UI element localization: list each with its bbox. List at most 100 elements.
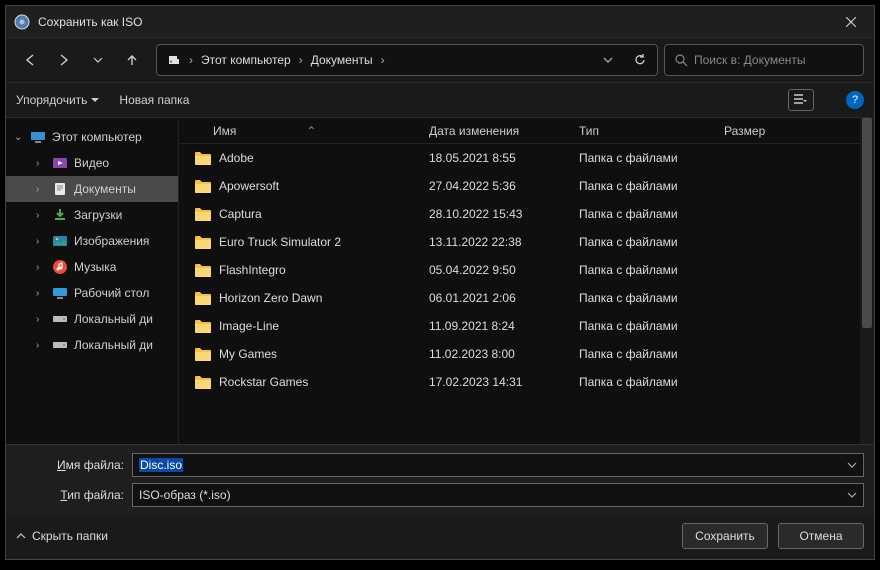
expand-icon[interactable]: › [36,158,46,169]
row-name: FlashIntegro [219,263,286,277]
refresh-button[interactable] [623,53,657,67]
table-row[interactable]: Captura28.10.2022 15:43Папка с файлами [179,200,860,228]
expand-icon[interactable]: › [36,314,46,325]
breadcrumb-root-icon[interactable] [163,53,185,67]
expand-icon[interactable]: › [36,340,46,351]
view-menu[interactable] [788,89,814,111]
new-folder-button[interactable]: Новая папка [119,93,189,107]
expand-icon[interactable]: › [36,184,46,195]
search-input[interactable]: Поиск в: Документы [664,44,864,76]
search-placeholder: Поиск в: Документы [694,53,806,67]
expand-icon[interactable]: › [36,210,46,221]
tree-label: Документы [74,182,136,196]
chevron-down-icon[interactable] [847,490,857,500]
back-button[interactable] [16,46,44,74]
col-size[interactable]: Размер [724,124,804,138]
breadcrumb-root[interactable]: Этот компьютер [197,53,295,67]
tree-item[interactable]: › Загрузки [6,202,178,228]
table-row[interactable]: Euro Truck Simulator 213.11.2022 22:38Па… [179,228,860,256]
forward-button[interactable] [50,46,78,74]
tree-item[interactable]: ›Локальный ди [6,306,178,332]
folder-icon [195,348,211,361]
table-row[interactable]: Rockstar Games 17.02.2023 14:31Папка с фа… [179,368,860,396]
col-name[interactable]: Имя⌃ [179,124,429,138]
footer: Имя файла: Disc.iso Тип файла: ISO-образ… [6,444,874,515]
chevron-right-icon[interactable]: › [377,53,389,67]
help-button[interactable]: ? [846,91,864,109]
row-name: Euro Truck Simulator 2 [219,235,341,249]
table-row[interactable]: Adobe18.05.2021 8:55Папка с файлами [179,144,860,172]
row-type: Папка с файлами [579,375,724,389]
tree-item[interactable]: › Рабочий стол [6,280,178,306]
expand-icon[interactable]: › [36,288,46,299]
organize-menu[interactable]: Упорядочить [16,93,99,107]
col-date[interactable]: Дата изменения [429,124,579,138]
folder-icon [195,320,211,333]
row-date: 11.02.2023 8:00 [429,347,579,361]
address-bar[interactable]: › Этот компьютер › Документы › [156,44,658,76]
close-button[interactable] [828,6,874,38]
expand-icon[interactable]: › [36,236,46,247]
save-button[interactable]: Сохранить [682,523,768,549]
row-type: Папка с файлами [579,235,724,249]
titlebar: Сохранить как ISO [6,6,874,38]
scrollbar[interactable] [860,118,874,444]
table-row[interactable]: Horizon Zero Dawn 06.01.2021 2:06Папка с … [179,284,860,312]
table-row[interactable]: Image-Line 11.09.2021 8:24Папка с файлами [179,312,860,340]
col-type[interactable]: Тип [579,124,724,138]
row-type: Папка с файлами [579,291,724,305]
tree-icon [52,259,68,275]
tree-root[interactable]: ⌄ Этот компьютер [6,124,178,150]
row-name: Image-Line [219,319,279,333]
row-date: 11.09.2021 8:24 [429,319,579,333]
row-date: 06.01.2021 2:06 [429,291,579,305]
chevron-down-icon[interactable] [847,460,857,470]
search-icon [675,54,688,67]
row-type: Папка с файлами [579,263,724,277]
filename-input[interactable]: Disc.iso [132,453,864,477]
window-title: Сохранить как ISO [38,15,828,29]
folder-icon [195,236,211,249]
breadcrumb-folder[interactable]: Документы [307,53,377,67]
tree-item[interactable]: ›Изображения [6,228,178,254]
tree-item[interactable]: › Локальный ди [6,332,178,358]
tree-label: Локальный ди [74,338,153,352]
chevron-right-icon[interactable]: › [185,53,197,67]
scrollbar-thumb[interactable] [862,118,872,328]
filetype-select[interactable]: ISO-образ (*.iso) [132,483,864,507]
collapse-icon[interactable]: ⌄ [14,132,24,143]
sort-asc-icon: ⌃ [306,124,316,138]
computer-icon [30,129,46,145]
expand-icon[interactable]: › [36,262,46,273]
tree-label: Рабочий стол [74,286,149,300]
button-bar: Скрыть папки Сохранить Отмена [6,515,874,559]
tree-icon [52,337,68,353]
up-button[interactable] [118,46,146,74]
address-dropdown[interactable] [593,55,623,65]
row-name: My Games [219,347,277,361]
row-type: Папка с файлами [579,319,724,333]
tree-icon [52,181,68,197]
hide-folders-toggle[interactable]: Скрыть папки [16,529,108,543]
recent-dropdown[interactable] [84,46,112,74]
nav-tree: ⌄ Этот компьютер ›Видео›Документы›Загруз… [6,118,178,444]
tree-item[interactable]: ›Музыка [6,254,178,280]
table-row[interactable]: My Games11.02.2023 8:00Папка с файлами [179,340,860,368]
file-list: Имя⌃ Дата изменения Тип Размер Adobe18.0… [178,118,860,444]
table-row[interactable]: Apowersoft27.04.2022 5:36Папка с файлами [179,172,860,200]
filename-label: Имя файла: [16,458,124,472]
cancel-button[interactable]: Отмена [778,523,864,549]
tree-label: Загрузки [74,208,122,222]
row-date: 17.02.2023 14:31 [429,375,579,389]
row-name: Rockstar Games [219,375,308,389]
table-row[interactable]: FlashIntegro05.04.2022 9:50Папка с файла… [179,256,860,284]
column-headers: Имя⌃ Дата изменения Тип Размер [179,118,860,144]
folder-icon [195,152,211,165]
row-type: Папка с файлами [579,151,724,165]
tree-item[interactable]: ›Видео [6,150,178,176]
row-name: Apowersoft [219,179,279,193]
row-name: Horizon Zero Dawn [219,291,322,305]
chevron-right-icon[interactable]: › [295,53,307,67]
tree-item[interactable]: › Документы [6,176,178,202]
folder-icon [195,208,211,221]
